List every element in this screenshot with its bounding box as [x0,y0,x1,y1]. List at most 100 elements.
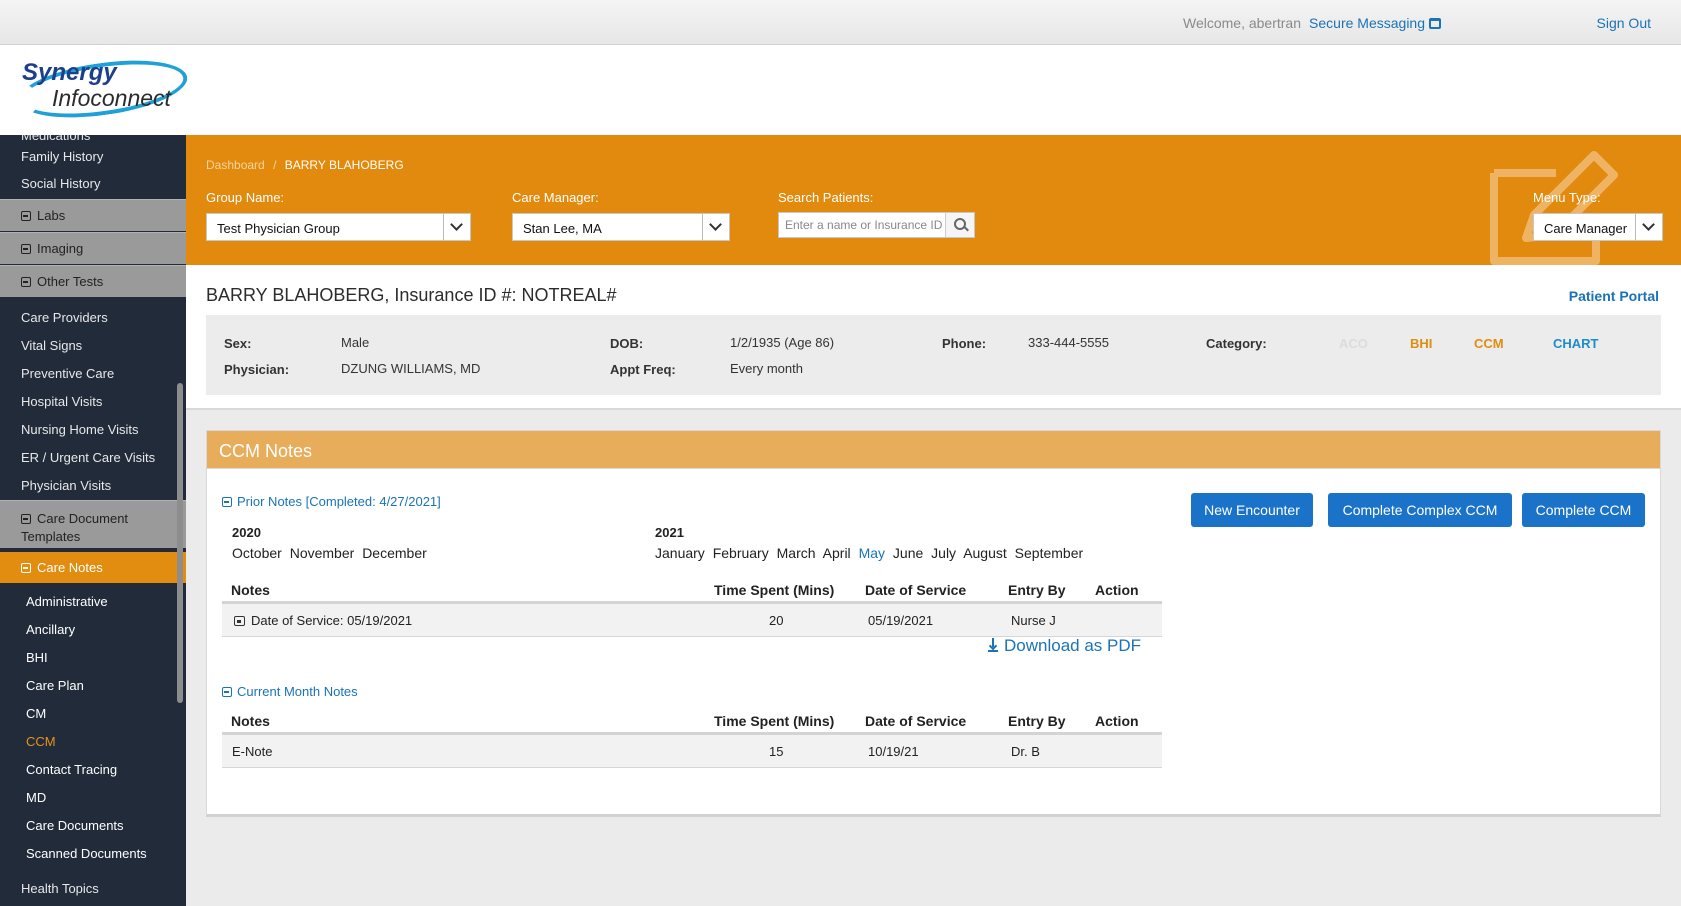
col-action: Action [1095,713,1139,729]
col-action: Action [1095,582,1139,598]
sidebar-section-care-notes[interactable]: Care Notes [0,552,186,583]
category-aco[interactable]: ACO [1339,336,1368,351]
table-row[interactable]: Date of Service: 05/19/2021 20 05/19/202… [222,604,1162,637]
complete-ccm-button[interactable]: Complete CCM [1522,493,1645,527]
current-notes-table: Notes Time Spent (Mins) Date of Service … [222,705,1162,770]
sidebar-item-health-topics[interactable]: Health Topics [0,881,186,896]
month-link[interactable]: June [893,545,923,561]
chevron-down-icon [702,214,729,240]
search-input[interactable] [779,213,947,237]
sidebar-section-care-document-templates[interactable]: Care Document Templates [0,500,186,548]
sidebar-item-nursing-home-visits[interactable]: Nursing Home Visits [0,422,186,437]
minus-box-icon [21,563,31,573]
dob-label: DOB: [610,336,644,351]
download-pdf-link[interactable]: Download as PDF [987,636,1141,656]
search-icon[interactable] [945,213,974,237]
month-link[interactable]: July [931,545,956,561]
row-note-text: Date of Service: 05/19/2021 [251,613,413,628]
minus-box-icon [21,514,31,524]
search-patients-label: Search Patients: [778,190,874,205]
sidebar-subitem-md[interactable]: MD [0,790,186,805]
col-notes: Notes [231,713,270,729]
month-link[interactable]: December [362,545,427,561]
sidebar-scrollbar[interactable] [177,383,183,703]
prior-notes-toggle[interactable]: Prior Notes [Completed: 4/27/2021] [222,494,441,509]
month-link[interactable]: February [713,545,769,561]
sidebar-item-physician-visits[interactable]: Physician Visits [0,478,186,493]
sidebar-item-family-history[interactable]: Family History [0,149,186,164]
row-note: E-Note [232,744,273,759]
current-month-notes-toggle[interactable]: Current Month Notes [222,684,358,699]
patient-portal-link[interactable]: Patient Portal [1569,288,1659,304]
month-link-selected[interactable]: May [859,545,885,561]
month-link[interactable]: September [1015,545,1083,561]
row-time: 20 [769,613,784,628]
filter-header: Dashboard / BARRY BLAHOBERG Group Name: … [186,135,1681,265]
calendar-icon [234,616,245,626]
category-label: Category: [1206,336,1267,351]
sidebar: Medications Family History Social Histor… [0,135,186,906]
group-name-select[interactable]: Test Physician Group [206,213,471,241]
table-row[interactable]: E-Note 15 10/19/21 Dr. B [222,735,1162,768]
months-2020: October November December [232,545,431,561]
inbox-icon [1429,18,1441,29]
search-box [778,212,975,238]
sidebar-item-hospital-visits[interactable]: Hospital Visits [0,394,186,409]
sidebar-item-preventive-care[interactable]: Preventive Care [0,366,186,381]
month-link[interactable]: April [823,545,851,561]
sidebar-item-medications[interactable]: Medications [0,135,186,143]
sidebar-item-social-history[interactable]: Social History [0,176,186,191]
row-note: Date of Service: 05/19/2021 [234,613,412,628]
sidebar-item-vital-signs[interactable]: Vital Signs [0,338,186,353]
patient-info-box: Sex: Male Physician: DZUNG WILLIAMS, MD … [206,315,1661,395]
sidebar-item-er-urgent-care[interactable]: ER / Urgent Care Visits [0,450,186,465]
sidebar-section-imaging[interactable]: Imaging [0,232,186,264]
row-entry: Nurse J [1011,613,1056,628]
current-month-notes-label: Current Month Notes [237,684,358,699]
chevron-down-icon [443,214,470,240]
minus-box-icon [21,244,31,254]
complete-complex-ccm-button[interactable]: Complete Complex CCM [1328,493,1512,527]
sidebar-subitem-scanned-documents[interactable]: Scanned Documents [0,846,186,861]
table-header: Notes Time Spent (Mins) Date of Service … [222,705,1162,735]
menu-type-label: Menu Type: [1533,190,1601,205]
sidebar-section-other-tests[interactable]: Other Tests [0,265,186,297]
patient-header: BARRY BLAHOBERG, Insurance ID #: NOTREAL… [186,265,1681,410]
sidebar-subitem-contact-tracing[interactable]: Contact Tracing [0,762,186,777]
secure-messaging-link[interactable]: Secure Messaging [1309,15,1441,31]
sidebar-subitem-ancillary[interactable]: Ancillary [0,622,186,637]
category-bhi[interactable]: BHI [1410,336,1432,351]
logo[interactable]: Synergy Infoconnect [14,51,191,127]
month-link[interactable]: October [232,545,282,561]
prior-notes-label: Prior Notes [Completed: 4/27/2021] [237,494,441,509]
category-chart[interactable]: CHART [1553,336,1599,351]
menu-type-select[interactable]: Care Manager [1533,213,1663,241]
sidebar-subitem-administrative[interactable]: Administrative [0,594,186,609]
appt-freq-label: Appt Freq: [610,362,676,377]
minus-box-icon [21,277,31,287]
sidebar-subitem-bhi[interactable]: BHI [0,650,186,665]
sidebar-subitem-cm[interactable]: CM [0,706,186,721]
sidebar-section-labs[interactable]: Labs [0,199,186,231]
sidebar-subitem-care-plan[interactable]: Care Plan [0,678,186,693]
month-link[interactable]: November [290,545,355,561]
breadcrumb-dashboard[interactable]: Dashboard [206,158,265,172]
sidebar-subitem-ccm[interactable]: CCM [0,734,186,749]
category-ccm[interactable]: CCM [1474,336,1504,351]
panel-title: CCM Notes [207,431,1660,469]
sign-out-link[interactable]: Sign Out [1597,15,1651,31]
sidebar-subitem-care-documents[interactable]: Care Documents [0,818,186,833]
physician-label: Physician: [224,362,290,377]
appt-freq-value: Every month [730,361,803,376]
care-manager-select[interactable]: Stan Lee, MA [512,213,730,241]
month-link[interactable]: March [777,545,816,561]
dob-value: 1/2/1935 (Age 86) [730,335,835,350]
new-encounter-button[interactable]: New Encounter [1191,493,1313,527]
col-time-spent: Time Spent (Mins) [714,582,835,598]
sidebar-item-care-providers[interactable]: Care Providers [0,310,186,325]
sidebar-section-label: Care Document [37,511,129,526]
month-link[interactable]: January [655,545,705,561]
group-name-label: Group Name: [206,190,285,205]
sidebar-section-label: Other Tests [37,274,104,289]
month-link[interactable]: August [963,545,1007,561]
